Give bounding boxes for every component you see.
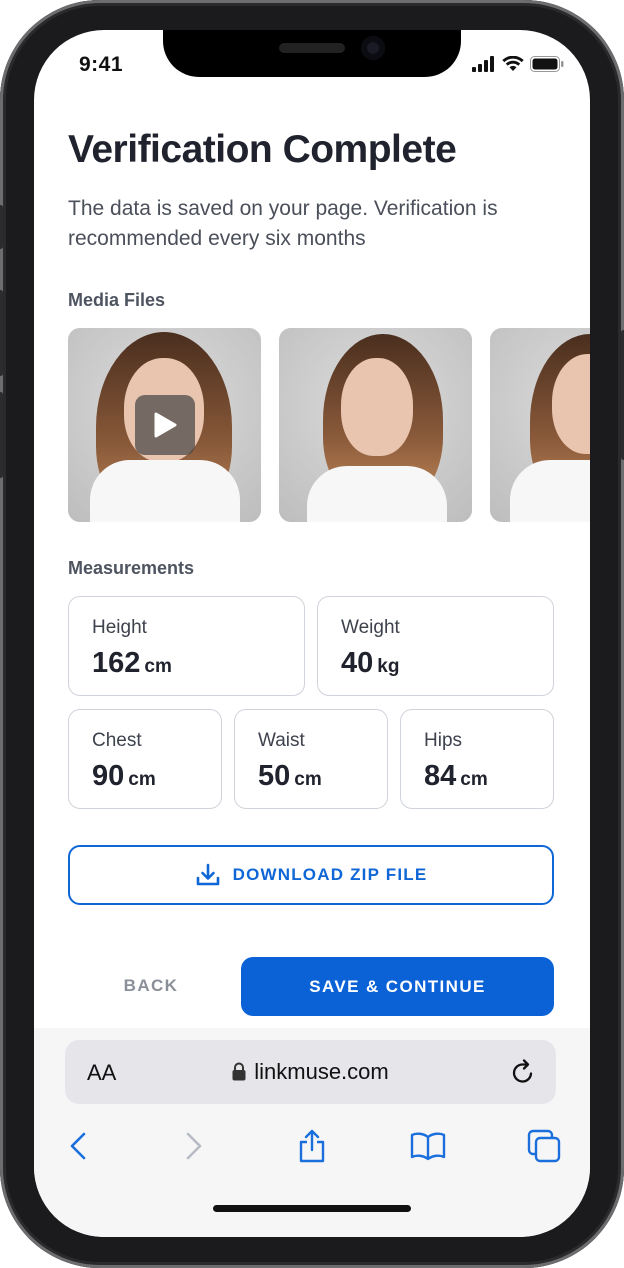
tabs-icon [527, 1129, 561, 1163]
screen: 9:41 Verification Complete The data is s… [34, 30, 590, 1237]
wifi-icon [502, 56, 524, 71]
weight-label: Weight [341, 617, 400, 638]
height-value: 162 [92, 647, 141, 679]
status-time: 9:41 [79, 53, 124, 76]
hips-card: Hips 84 cm [400, 709, 554, 809]
shirt-shape [90, 460, 240, 522]
battery-icon [530, 56, 564, 72]
media-section-label: Media Files [68, 290, 166, 310]
waist-card: Waist 50 cm [234, 709, 388, 809]
play-icon [154, 412, 177, 438]
save-continue-button[interactable]: SAVE & CONTINUE [241, 957, 554, 1016]
weight-card: Weight 40 kg [317, 596, 554, 696]
bookmarks-button[interactable] [406, 1124, 450, 1168]
chest-label: Chest [92, 730, 142, 751]
weight-value: 40 [341, 647, 374, 679]
media-video-thumbnail[interactable] [68, 328, 261, 522]
weight-unit: kg [377, 656, 400, 677]
back-icon [70, 1132, 86, 1160]
download-icon [196, 863, 219, 886]
url-display[interactable]: linkmuse.com [65, 1059, 556, 1085]
browser-toolbar [34, 1114, 590, 1174]
play-button[interactable] [135, 395, 195, 455]
address-bar[interactable]: AA linkmuse.com [65, 1040, 556, 1104]
status-icons [472, 56, 564, 72]
height-card: Height 162 cm [68, 596, 305, 696]
url-text: linkmuse.com [254, 1059, 389, 1084]
weight-value-row: 40 kg [341, 647, 399, 680]
hips-unit: cm [460, 769, 488, 790]
hips-label: Hips [424, 730, 463, 751]
signal-icon [472, 56, 494, 72]
media-photo-thumbnail[interactable] [279, 328, 472, 522]
chest-card: Chest 90 cm [68, 709, 222, 809]
volume-up-button [0, 290, 3, 376]
waist-label: Waist [258, 730, 305, 751]
media-photo-thumbnail[interactable] [490, 328, 590, 522]
browser-forward-button[interactable] [172, 1124, 216, 1168]
lock-icon [232, 1062, 246, 1081]
notch [163, 30, 461, 77]
speaker [279, 43, 345, 53]
hips-value-row: 84 cm [424, 760, 488, 793]
forward-icon [186, 1132, 202, 1160]
bookmarks-icon [410, 1132, 446, 1161]
page-title: Verification Complete [68, 128, 457, 171]
phone-frame: 9:41 Verification Complete The data is s… [0, 0, 624, 1268]
mute-switch [0, 205, 3, 249]
chest-value: 90 [92, 760, 125, 792]
media-carousel[interactable] [68, 328, 590, 522]
height-unit: cm [144, 656, 172, 677]
measurements-section-label: Measurements [68, 558, 195, 578]
back-button[interactable]: BACK [68, 957, 234, 1015]
front-camera [361, 36, 385, 60]
hips-value: 84 [424, 760, 457, 792]
download-zip-label: DOWNLOAD ZIP FILE [232, 865, 428, 884]
chest-unit: cm [128, 769, 156, 790]
home-indicator[interactable] [213, 1205, 411, 1212]
share-icon [299, 1129, 325, 1163]
chest-value-row: 90 cm [92, 760, 156, 793]
height-value-row: 162 cm [92, 647, 172, 680]
waist-value: 50 [258, 760, 291, 792]
volume-down-button [0, 392, 3, 478]
reload-icon[interactable] [510, 1058, 536, 1086]
page-subtitle: The data is saved on your page. Verifica… [68, 197, 498, 250]
face-shape [341, 358, 413, 456]
tabs-button[interactable] [522, 1124, 566, 1168]
height-label: Height [92, 617, 147, 638]
waist-value-row: 50 cm [258, 760, 322, 793]
browser-back-button[interactable] [56, 1124, 100, 1168]
download-zip-button[interactable]: DOWNLOAD ZIP FILE [68, 845, 554, 905]
shirt-shape [307, 466, 447, 522]
share-button[interactable] [290, 1124, 334, 1168]
waist-unit: cm [294, 769, 322, 790]
